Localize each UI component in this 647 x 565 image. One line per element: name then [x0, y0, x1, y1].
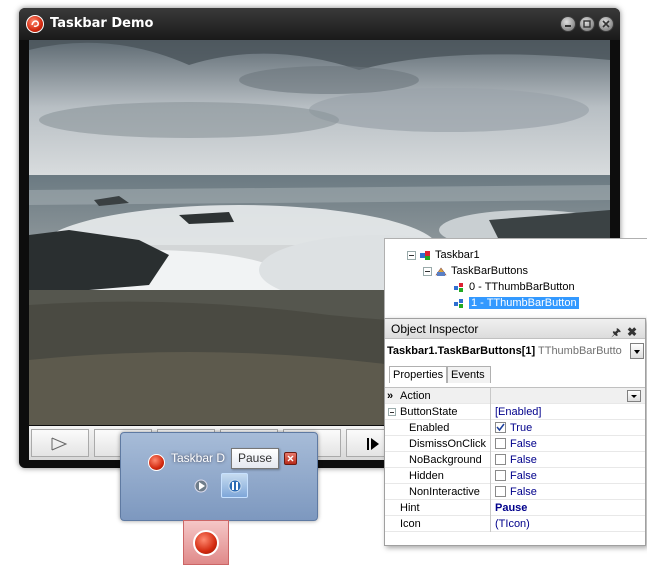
tree-node-button-1[interactable]: 1 - TThumbBarButton [453, 297, 579, 309]
dismissonclick-checkbox[interactable] [495, 438, 506, 449]
column-divider [490, 516, 491, 532]
property-value: False [510, 438, 537, 450]
close-icon[interactable]: ✖ [627, 322, 637, 342]
tree-node-label: TaskBarButtons [451, 265, 529, 277]
close-icon[interactable] [284, 452, 297, 465]
component-icon [420, 250, 430, 260]
property-row-dismissonclick[interactable]: DismissOnClick False [385, 436, 645, 452]
property-name: ButtonState [400, 406, 458, 418]
chevron-down-icon[interactable] [630, 343, 644, 359]
property-name: Enabled [409, 422, 450, 434]
column-divider [490, 404, 491, 420]
title-bar[interactable]: Taskbar Demo [19, 8, 620, 40]
thumb-play-button[interactable] [187, 473, 214, 498]
collapse-icon[interactable] [407, 250, 416, 260]
property-name: DismissOnClick [409, 438, 486, 450]
app-logo-icon [193, 530, 219, 556]
property-value: True [510, 422, 533, 434]
tab-properties[interactable]: Properties [389, 366, 447, 383]
property-name: NoBackground [409, 454, 482, 466]
column-divider [490, 436, 491, 452]
thumb-pause-button[interactable] [221, 473, 248, 498]
column-divider [490, 500, 491, 516]
column-divider [490, 420, 491, 436]
structure-tree: Taskbar1 TaskBarButtons 0 - TThumbBarBut… [384, 238, 647, 319]
property-value: False [510, 470, 537, 482]
property-value: [Enabled] [495, 406, 542, 418]
property-value: False [510, 454, 537, 466]
collection-icon [435, 267, 447, 276]
hidden-checkbox[interactable] [495, 470, 506, 481]
minimize-icon[interactable] [560, 16, 576, 32]
close-icon[interactable] [598, 16, 614, 32]
property-row-noninteractive[interactable]: NonInteractive False [385, 484, 645, 500]
property-row-buttonstate[interactable]: ButtonState [Enabled] [385, 404, 645, 420]
window-title: Taskbar Demo [50, 16, 154, 31]
property-value: False [510, 486, 537, 498]
property-name: Action [400, 390, 431, 402]
app-logo-icon [148, 454, 165, 471]
property-row-enabled[interactable]: Enabled True [385, 420, 645, 436]
property-name: Hint [400, 502, 420, 514]
property-name: Icon [400, 518, 421, 530]
pause-icon [228, 479, 242, 493]
tab-events[interactable]: Events [447, 366, 491, 383]
property-row-nobackground[interactable]: NoBackground False [385, 452, 645, 468]
property-row-hint[interactable]: Hint Pause [385, 500, 645, 516]
property-value: (TIcon) [495, 518, 530, 530]
object-inspector: Object Inspector 🖈 ✖ Taskbar1.TaskBarBut… [384, 318, 646, 546]
taskbar-thumbnail[interactable]: Taskbar D [120, 432, 318, 521]
taskbar-app-button[interactable] [183, 520, 229, 565]
selected-object-class: TThumbBarButto [538, 345, 622, 357]
thumbnail-title: Taskbar D [171, 451, 226, 465]
next-icon [367, 438, 379, 450]
tree-node-label: 1 - TThumbBarButton [469, 297, 579, 309]
property-row-action[interactable]: » Action [385, 388, 645, 404]
property-row-icon[interactable]: Icon (TIcon) [385, 516, 645, 532]
property-name: Hidden [409, 470, 444, 482]
noninteractive-checkbox[interactable] [495, 486, 506, 497]
pause-tooltip: Pause [231, 448, 280, 469]
column-divider [490, 484, 491, 500]
tree-node-button-0[interactable]: 0 - TThumbBarButton [453, 281, 575, 293]
collapse-icon[interactable] [388, 408, 396, 416]
column-divider [490, 468, 491, 484]
tree-node-taskbar1[interactable]: Taskbar1 [407, 249, 480, 261]
item-icon [454, 298, 463, 308]
chevron-down-icon[interactable] [627, 390, 641, 402]
collapse-icon[interactable] [423, 266, 432, 276]
property-value: Pause [495, 502, 528, 514]
play-icon [194, 479, 208, 493]
property-grid: » Action ButtonState [Enabled] Enabled T… [385, 387, 645, 538]
column-divider [490, 452, 491, 468]
selected-object-name: Taskbar1.TaskBarButtons[1] [387, 345, 536, 357]
property-row-hidden[interactable]: Hidden False [385, 468, 645, 484]
expand-marker: » [387, 390, 394, 402]
nobackground-checkbox[interactable] [495, 454, 506, 465]
tree-node-taskbarbuttons[interactable]: TaskBarButtons [423, 265, 528, 277]
item-icon [454, 282, 463, 292]
tree-node-label: 0 - TThumbBarButton [469, 281, 575, 293]
column-divider [490, 388, 491, 404]
play-outline-icon [51, 437, 68, 451]
inspector-title-label: Object Inspector [391, 322, 479, 336]
app-logo-icon [26, 15, 44, 33]
tree-node-label: Taskbar1 [435, 249, 480, 261]
inspector-title: Object Inspector 🖈 ✖ [385, 319, 645, 339]
toolbar-play-button[interactable] [31, 429, 89, 457]
enabled-checkbox[interactable] [495, 422, 506, 433]
maximize-icon[interactable] [579, 16, 595, 32]
property-name: NonInteractive [409, 486, 480, 498]
object-selector[interactable]: Taskbar1.TaskBarButtons[1] TThumbBarButt… [385, 340, 647, 362]
